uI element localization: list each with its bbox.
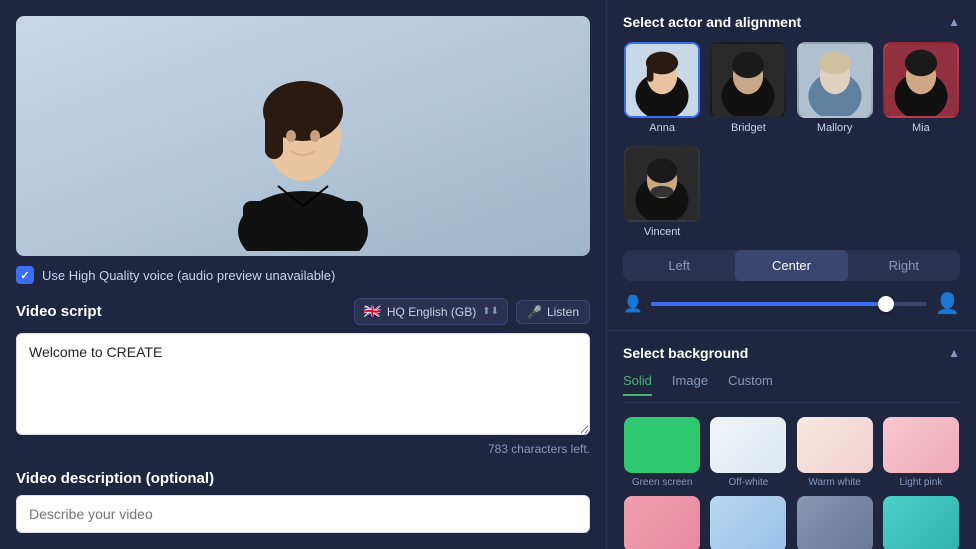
- avatar-svg: [213, 21, 393, 251]
- actor-card-mallory[interactable]: Mallory: [796, 42, 874, 134]
- bg-swatch-light-blue[interactable]: [709, 496, 787, 549]
- person-small-icon: 👤: [623, 294, 643, 314]
- actor-grid-row1: Anna Bridget: [623, 42, 960, 134]
- actor-section-header: Select actor and alignment ▲: [623, 14, 960, 30]
- hq-voice-row: Use High Quality voice (audio preview un…: [16, 266, 590, 284]
- hq-voice-label: Use High Quality voice (audio preview un…: [42, 268, 335, 283]
- bg-color-pink2: [624, 496, 700, 549]
- anna-avatar: [626, 42, 698, 118]
- bg-swatch-green-screen[interactable]: Green screen: [623, 417, 701, 488]
- actor-card-bridget[interactable]: Bridget: [709, 42, 787, 134]
- listen-button[interactable]: 🎤 Listen: [516, 300, 590, 324]
- mia-avatar: [885, 42, 957, 118]
- bg-tab-custom[interactable]: Custom: [728, 373, 773, 396]
- align-right-button[interactable]: Right: [848, 250, 960, 281]
- bg-grid: Green screen Off-white Warm white Light …: [623, 417, 960, 549]
- bg-label-light-pink: Light pink: [899, 477, 942, 488]
- language-select[interactable]: 🇬🇧 HQ English (GB) ⬆⬇: [354, 298, 508, 325]
- chevron-up-icon-bg: ▲: [948, 346, 960, 360]
- bg-swatch-pink2[interactable]: [623, 496, 701, 549]
- chevron-up-icon: ▲: [948, 15, 960, 29]
- actor-section-title: Select actor and alignment: [623, 14, 801, 30]
- actor-thumb-mallory: [797, 42, 873, 118]
- actor-section: Select actor and alignment ▲ Anna: [607, 0, 976, 331]
- language-label: HQ English (GB): [387, 305, 476, 319]
- bg-color-teal: [883, 496, 959, 549]
- desc-input[interactable]: [16, 495, 590, 533]
- mic-icon: 🎤: [527, 305, 542, 319]
- video-preview: [16, 16, 590, 256]
- align-left-button[interactable]: Left: [623, 250, 735, 281]
- script-header: Video script 🇬🇧 HQ English (GB) ⬆⬇ 🎤 Lis…: [16, 298, 590, 325]
- actor-name-anna: Anna: [649, 122, 675, 134]
- actor-card-vincent[interactable]: Vincent: [623, 146, 701, 238]
- bg-tab-solid[interactable]: Solid: [623, 373, 652, 396]
- bg-label-warm-white: Warm white: [808, 477, 860, 488]
- avatar-preview: [16, 16, 590, 256]
- actor-thumb-anna: [624, 42, 700, 118]
- bg-color-light-blue: [710, 496, 786, 549]
- position-slider-row: 👤 👤: [623, 291, 960, 316]
- chars-left: 783 characters left.: [16, 442, 590, 456]
- bg-color-slate: [797, 496, 873, 549]
- script-textarea[interactable]: Welcome to CREATE: [16, 333, 590, 435]
- person-large-icon: 👤: [935, 291, 960, 316]
- actor-name-bridget: Bridget: [731, 122, 766, 134]
- background-section-title: Select background: [623, 345, 748, 361]
- desc-title: Video description (optional): [16, 470, 590, 487]
- script-title: Video script: [16, 303, 102, 320]
- bridget-avatar: [712, 42, 784, 118]
- bg-label-green-screen: Green screen: [632, 477, 693, 488]
- flag-icon: 🇬🇧: [363, 303, 380, 320]
- bg-color-light-pink: [883, 417, 959, 473]
- bg-swatch-warm-white[interactable]: Warm white: [796, 417, 874, 488]
- bg-swatch-teal[interactable]: [882, 496, 960, 549]
- position-slider[interactable]: [651, 302, 927, 306]
- bg-tabs: Solid Image Custom: [623, 373, 960, 403]
- actor-thumb-vincent: [624, 146, 700, 222]
- bg-swatch-slate[interactable]: [796, 496, 874, 549]
- bg-tab-image[interactable]: Image: [672, 373, 708, 396]
- bg-swatch-off-white[interactable]: Off-white: [709, 417, 787, 488]
- actor-name-vincent: Vincent: [644, 226, 681, 238]
- mallory-avatar: [799, 42, 871, 118]
- left-panel: Use High Quality voice (audio preview un…: [0, 0, 606, 549]
- chevron-updown-icon: ⬆⬇: [482, 306, 499, 317]
- background-section: Select background ▲ Solid Image Custom G…: [607, 331, 976, 549]
- actor-card-anna[interactable]: Anna: [623, 42, 701, 134]
- hq-voice-checkbox[interactable]: [16, 266, 34, 284]
- actor-thumb-mia: [883, 42, 959, 118]
- listen-label: Listen: [547, 305, 579, 319]
- bg-label-off-white: Off-white: [728, 477, 768, 488]
- bg-color-green-screen: [624, 417, 700, 473]
- actor-name-mallory: Mallory: [817, 122, 852, 134]
- bg-color-warm-white: [797, 417, 873, 473]
- slider-thumb: [878, 296, 894, 312]
- bg-swatch-light-pink[interactable]: Light pink: [882, 417, 960, 488]
- background-section-header: Select background ▲: [623, 345, 960, 361]
- actor-name-mia: Mia: [912, 122, 930, 134]
- actor-card-mia[interactable]: Mia: [882, 42, 960, 134]
- bg-color-off-white: [710, 417, 786, 473]
- actor-thumb-bridget: [710, 42, 786, 118]
- alignment-row: Left Center Right: [623, 250, 960, 281]
- vincent-avatar: [626, 146, 698, 222]
- actor-grid-row2: Vincent: [623, 146, 960, 238]
- right-panel: Select actor and alignment ▲ Anna: [606, 0, 976, 549]
- align-center-button[interactable]: Center: [735, 250, 847, 281]
